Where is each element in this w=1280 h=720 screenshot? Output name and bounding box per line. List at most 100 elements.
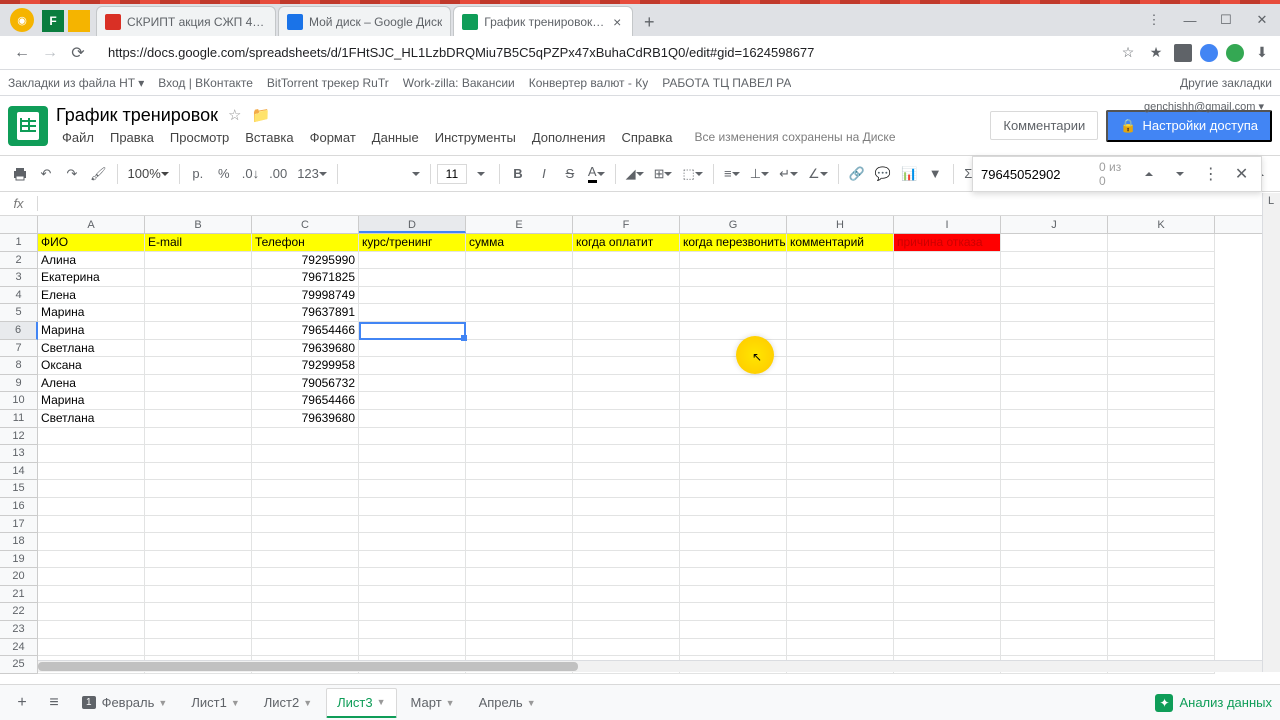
cell[interactable]	[252, 498, 359, 516]
row-header[interactable]: 21	[0, 586, 38, 604]
cell[interactable]	[1001, 533, 1108, 551]
cell[interactable]	[466, 603, 573, 621]
all-sheets-button[interactable]: ≡	[40, 689, 68, 717]
cell[interactable]	[1108, 322, 1215, 340]
document-title[interactable]: График тренировок	[56, 105, 218, 126]
cell[interactable]	[573, 533, 680, 551]
cell[interactable]	[573, 410, 680, 428]
cell[interactable]	[1001, 498, 1108, 516]
select-all-corner[interactable]	[0, 216, 38, 233]
browser-tab-active[interactable]: График тренировок - Go ×	[453, 6, 633, 36]
cell[interactable]	[38, 498, 145, 516]
cell[interactable]	[1108, 392, 1215, 410]
cell[interactable]: Алина	[38, 252, 145, 270]
sheet-tab[interactable]: Лист1 ▼	[181, 689, 249, 716]
cell[interactable]	[894, 428, 1001, 446]
cell[interactable]: Светлана	[38, 340, 145, 358]
chart-icon[interactable]: 📊	[897, 161, 921, 187]
share-button[interactable]: 🔒 Настройки доступа	[1106, 110, 1272, 142]
cell[interactable]	[252, 516, 359, 534]
cell[interactable]	[145, 533, 252, 551]
cell[interactable]	[1108, 252, 1215, 270]
cell[interactable]	[1108, 551, 1215, 569]
cell[interactable]	[894, 269, 1001, 287]
cell[interactable]	[680, 480, 787, 498]
cell[interactable]	[680, 551, 787, 569]
cell[interactable]	[1108, 304, 1215, 322]
cell[interactable]: когда перезвонить	[680, 234, 787, 252]
menu-addons[interactable]: Дополнения	[526, 128, 612, 147]
cell[interactable]: 79637891	[252, 304, 359, 322]
bookmark-page-icon[interactable]: ☆	[1118, 43, 1138, 63]
row-header[interactable]: 23	[0, 621, 38, 639]
cell[interactable]	[38, 551, 145, 569]
cell[interactable]	[680, 357, 787, 375]
cell[interactable]	[1001, 357, 1108, 375]
cell[interactable]	[787, 603, 894, 621]
cell[interactable]	[894, 621, 1001, 639]
cell[interactable]: причина отказа	[894, 234, 1001, 252]
row-header[interactable]: 10	[0, 392, 38, 410]
row-header[interactable]: 8	[0, 357, 38, 375]
col-header-far[interactable]: L	[1263, 195, 1279, 659]
cell[interactable]	[1001, 322, 1108, 340]
browser-tab[interactable]: СКРИПТ акция СЖП 4, трен	[96, 6, 276, 36]
row-header[interactable]: 15	[0, 480, 38, 498]
cell[interactable]	[787, 410, 894, 428]
redo-icon[interactable]: ↷	[60, 161, 84, 187]
menu-edit[interactable]: Правка	[104, 128, 160, 147]
cell[interactable]: Екатерина	[38, 269, 145, 287]
cell[interactable]	[466, 392, 573, 410]
cell[interactable]: ФИО	[38, 234, 145, 252]
row-header[interactable]: 19	[0, 551, 38, 569]
cell[interactable]	[573, 428, 680, 446]
borders-button[interactable]: ⊞	[650, 161, 677, 187]
cell[interactable]	[787, 340, 894, 358]
menu-file[interactable]: Файл	[56, 128, 100, 147]
sheet-tab[interactable]: Лист2 ▼	[254, 689, 322, 716]
cell[interactable]	[894, 586, 1001, 604]
menu-view[interactable]: Просмотр	[164, 128, 235, 147]
cell[interactable]: Елена	[38, 287, 145, 305]
cell[interactable]: Марина	[38, 304, 145, 322]
cell[interactable]	[894, 480, 1001, 498]
cell[interactable]	[359, 463, 466, 481]
cell[interactable]	[252, 621, 359, 639]
cell[interactable]	[680, 498, 787, 516]
valign-button[interactable]: ⊥	[746, 161, 773, 187]
cell[interactable]	[359, 252, 466, 270]
menu-help[interactable]: Справка	[615, 128, 678, 147]
cell[interactable]	[680, 304, 787, 322]
row-header[interactable]: 7	[0, 340, 38, 358]
cell[interactable]	[680, 568, 787, 586]
cell[interactable]	[680, 322, 787, 340]
cell[interactable]	[680, 621, 787, 639]
cell[interactable]	[573, 498, 680, 516]
new-tab-button[interactable]: +	[635, 8, 663, 36]
cell[interactable]	[359, 568, 466, 586]
cell[interactable]	[1001, 639, 1108, 657]
cell[interactable]: 79299958	[252, 357, 359, 375]
cell[interactable]	[573, 375, 680, 393]
bookmark-item[interactable]: Закладки из файла HT ▾	[8, 76, 144, 90]
cell[interactable]	[1001, 392, 1108, 410]
cell[interactable]	[894, 392, 1001, 410]
cell[interactable]	[252, 551, 359, 569]
cell[interactable]: Марина	[38, 392, 145, 410]
cell[interactable]: курс/тренинг	[359, 234, 466, 252]
cell[interactable]	[252, 586, 359, 604]
cell[interactable]	[680, 410, 787, 428]
cell[interactable]	[573, 287, 680, 305]
sheets-logo-icon[interactable]	[8, 106, 48, 146]
cell[interactable]	[787, 480, 894, 498]
cell[interactable]	[573, 516, 680, 534]
cell[interactable]	[787, 639, 894, 657]
cell[interactable]	[680, 269, 787, 287]
cell[interactable]	[1001, 480, 1108, 498]
cell[interactable]	[145, 568, 252, 586]
cell[interactable]	[252, 533, 359, 551]
cell[interactable]	[359, 375, 466, 393]
cell[interactable]	[145, 603, 252, 621]
cell[interactable]	[145, 480, 252, 498]
cell[interactable]	[1108, 340, 1215, 358]
